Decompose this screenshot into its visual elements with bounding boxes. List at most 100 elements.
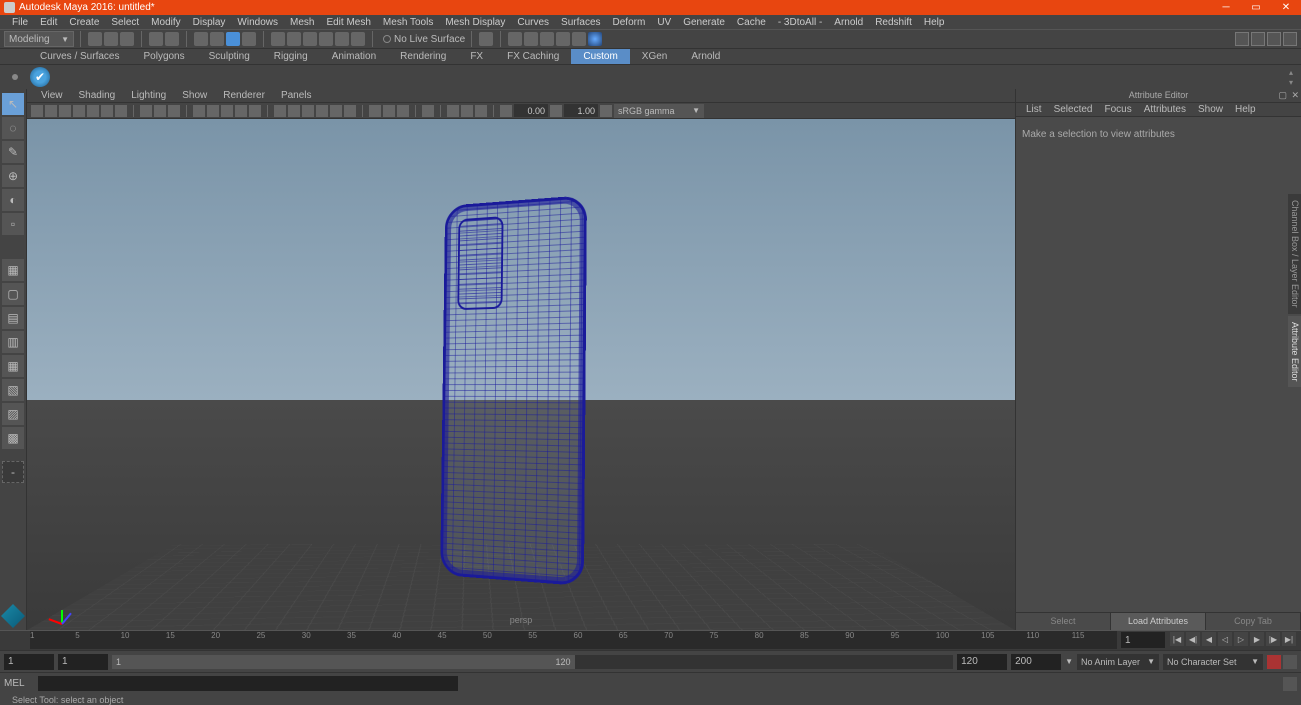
render-frame-icon[interactable] xyxy=(508,32,522,46)
snap-point-icon[interactable] xyxy=(303,32,317,46)
light-icon[interactable] xyxy=(397,105,409,117)
menu-help[interactable]: Help xyxy=(918,17,951,28)
vert-tab-attribute-editor[interactable]: Attribute Editor xyxy=(1288,316,1301,388)
custom-slot[interactable]: - xyxy=(2,461,24,483)
safe-action-icon[interactable] xyxy=(168,105,180,117)
phone-wireframe-object[interactable] xyxy=(440,195,587,586)
exposure-value[interactable]: 0.00 xyxy=(514,104,548,117)
range-slider[interactable]: 1 120 xyxy=(112,655,953,669)
render-settings-icon[interactable] xyxy=(540,32,554,46)
more3-icon[interactable] xyxy=(475,105,487,117)
menu-select[interactable]: Select xyxy=(105,17,145,28)
undo-icon[interactable] xyxy=(149,32,163,46)
scale-tool[interactable]: ▫ xyxy=(2,213,24,235)
2d-pan-icon[interactable] xyxy=(73,105,85,117)
menu-uv[interactable]: UV xyxy=(651,17,677,28)
prefs-icon[interactable] xyxy=(1283,655,1297,669)
camera-select-icon[interactable] xyxy=(31,105,43,117)
xray-joints-icon[interactable] xyxy=(302,105,314,117)
attr-list[interactable]: List xyxy=(1020,104,1048,115)
attr-load-button[interactable]: Load Attributes xyxy=(1111,613,1206,630)
isolate-icon[interactable] xyxy=(274,105,286,117)
film-origin-icon[interactable] xyxy=(154,105,166,117)
command-input[interactable] xyxy=(38,676,458,691)
step-back-key-icon[interactable]: ◀| xyxy=(1186,632,1200,646)
paint-select-tool[interactable]: ✎ xyxy=(2,141,24,163)
gamma-dropdown[interactable]: sRGB gamma ▼ xyxy=(614,104,704,118)
hypershade-icon[interactable] xyxy=(556,32,570,46)
step-forward-key-icon[interactable]: |▶ xyxy=(1266,632,1280,646)
layout-outliner-icon[interactable]: ▦ xyxy=(2,355,24,377)
select-multi-icon[interactable] xyxy=(242,32,256,46)
alpha-icon[interactable] xyxy=(383,105,395,117)
last-tool[interactable]: ▦ xyxy=(2,259,24,281)
menu-display[interactable]: Display xyxy=(187,17,232,28)
layout-two-icon[interactable]: ▥ xyxy=(2,331,24,353)
film-gate-icon[interactable] xyxy=(101,105,113,117)
timeline-ruler[interactable]: 1510152025303540455055606570758085909510… xyxy=(30,631,1117,649)
textured-icon[interactable] xyxy=(221,105,233,117)
layout-hyper-icon[interactable]: ▩ xyxy=(2,427,24,449)
select-comp-icon[interactable] xyxy=(226,32,240,46)
render-view-icon[interactable] xyxy=(572,32,586,46)
lasso-tool[interactable]: ◌ xyxy=(2,117,24,139)
close-panel-icon[interactable]: ✕ xyxy=(1291,90,1299,101)
step-back-icon[interactable]: ◀ xyxy=(1202,632,1216,646)
vp-shading[interactable]: Shading xyxy=(71,90,124,101)
close-button[interactable]: ✕ xyxy=(1271,2,1301,13)
smooth-shade-icon[interactable] xyxy=(207,105,219,117)
move-tool[interactable]: ⊕ xyxy=(2,165,24,187)
more2-icon[interactable] xyxy=(461,105,473,117)
shelf-rigging[interactable]: Rigging xyxy=(262,49,320,64)
range-dd-icon[interactable]: ▼ xyxy=(1065,657,1073,666)
no-live-surface[interactable]: No Live Surface xyxy=(383,34,465,45)
shelf-custom[interactable]: Custom xyxy=(571,49,629,64)
grid-icon[interactable] xyxy=(140,105,152,117)
layout-persp-icon[interactable]: ▧ xyxy=(2,379,24,401)
redo-icon[interactable] xyxy=(165,32,179,46)
auto-key-icon[interactable] xyxy=(1267,655,1281,669)
maximize-button[interactable]: ▭ xyxy=(1241,2,1271,13)
snap-view-icon[interactable] xyxy=(351,32,365,46)
play-back-icon[interactable]: ◁ xyxy=(1218,632,1232,646)
vp-lighting[interactable]: Lighting xyxy=(123,90,174,101)
attr-show[interactable]: Show xyxy=(1192,104,1229,115)
vp-show[interactable]: Show xyxy=(174,90,215,101)
cmd-language-label[interactable]: MEL xyxy=(4,678,34,689)
layout-single-icon[interactable]: ▢ xyxy=(2,283,24,305)
image-plane-icon[interactable] xyxy=(59,105,71,117)
res-gate-icon[interactable] xyxy=(115,105,127,117)
attr-select-button[interactable]: Select xyxy=(1016,613,1111,630)
shelf-curves[interactable]: Curves / Surfaces xyxy=(28,49,131,64)
menu-modify[interactable]: Modify xyxy=(145,17,186,28)
go-start-icon[interactable]: |◀ xyxy=(1170,632,1184,646)
use-lights-icon[interactable] xyxy=(235,105,247,117)
motion-blur-icon[interactable] xyxy=(330,105,342,117)
play-forward-icon[interactable]: ▷ xyxy=(1234,632,1248,646)
character-set-dropdown[interactable]: No Character Set▼ xyxy=(1163,654,1263,670)
menu-cache[interactable]: Cache xyxy=(731,17,772,28)
shelf-rendering[interactable]: Rendering xyxy=(388,49,458,64)
panel-layout4-icon[interactable] xyxy=(1283,32,1297,46)
attr-copy-button[interactable]: Copy Tab xyxy=(1206,613,1301,630)
range-end-field[interactable]: 200 xyxy=(1011,654,1061,670)
construction-history-icon[interactable] xyxy=(479,32,493,46)
snap-curve-icon[interactable] xyxy=(287,32,301,46)
panel-layout2-icon[interactable] xyxy=(1251,32,1265,46)
menu-arnold[interactable]: Arnold xyxy=(828,17,869,28)
rotate-tool[interactable]: ◐ xyxy=(2,189,24,211)
wireframe-icon[interactable] xyxy=(193,105,205,117)
more1-icon[interactable] xyxy=(447,105,459,117)
ao-icon[interactable] xyxy=(316,105,328,117)
shelf-sculpting[interactable]: Sculpting xyxy=(197,49,262,64)
vert-tab-channel-box[interactable]: Channel Box / Layer Editor xyxy=(1288,194,1301,314)
menu-file[interactable]: File xyxy=(6,17,34,28)
snap-plane-icon[interactable] xyxy=(319,32,333,46)
menu-3dtoall[interactable]: - 3DtoAll - xyxy=(772,17,828,28)
colorspace-icon[interactable] xyxy=(600,105,612,117)
shelf-menu-icon[interactable] xyxy=(12,74,18,80)
exposure-icon[interactable] xyxy=(422,105,434,117)
anim-layer-dropdown[interactable]: No Anim Layer▼ xyxy=(1077,654,1159,670)
menu-edit-mesh[interactable]: Edit Mesh xyxy=(320,17,376,28)
menu-redshift[interactable]: Redshift xyxy=(869,17,918,28)
